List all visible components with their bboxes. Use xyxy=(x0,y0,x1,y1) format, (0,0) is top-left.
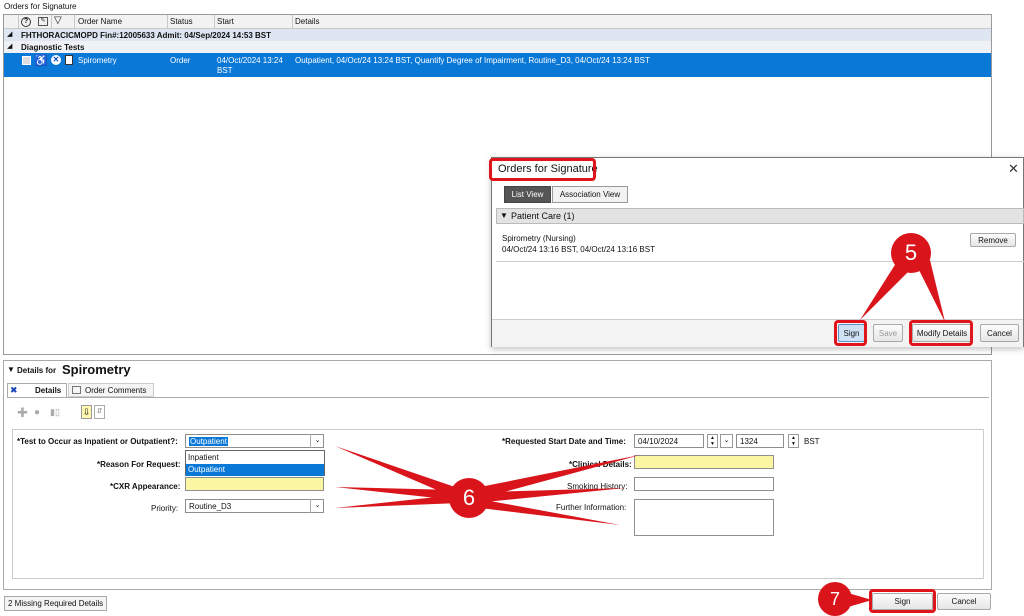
checkbox[interactable] xyxy=(22,56,31,65)
wheelchair-icon: ♿ xyxy=(34,55,48,67)
smoking-label: Smoking History: xyxy=(567,482,628,491)
time-spinner[interactable]: ▲ ▼ xyxy=(788,434,799,448)
cxr-label: *CXR Appearance: xyxy=(110,482,181,491)
clinical-label: *Clinical Details: xyxy=(569,460,632,469)
collapse-icon[interactable]: ◢ xyxy=(7,42,12,50)
collapse-icon[interactable]: ▼ xyxy=(7,365,15,374)
col-order-name[interactable]: Order Name xyxy=(78,17,122,26)
col-separator xyxy=(292,15,293,29)
cxr-field[interactable] xyxy=(185,477,324,491)
test-occur-value: Outpatient xyxy=(189,437,228,446)
grid-header xyxy=(4,15,991,29)
chevron-down-icon[interactable]: ⌄ xyxy=(310,434,324,448)
down-arrow-icon[interactable]: ⇩ xyxy=(81,405,92,419)
collapse-icon[interactable]: ◢ xyxy=(7,30,12,38)
close-icon[interactable]: ✕ xyxy=(1008,161,1019,177)
list-item[interactable] xyxy=(496,225,1024,262)
help-icon[interactable]: ? xyxy=(21,17,31,27)
cancel-order-icon[interactable]: ✕ xyxy=(51,55,61,65)
tab-underline xyxy=(7,397,989,398)
window-title: Orders for Signature xyxy=(4,2,77,11)
details-tab-icon: ✖ xyxy=(10,385,18,395)
order-status: Order xyxy=(170,56,191,65)
order-details: Outpatient, 04/Oct/24 13:24 BST, Quantif… xyxy=(295,56,650,65)
table-row[interactable]: ♿ ✕ Spirometry Order 04/Oct/2024 13:24 B… xyxy=(4,53,991,77)
sign-flag-icon[interactable]: ✎ xyxy=(38,17,48,26)
tab-details-label: Details xyxy=(35,386,62,395)
add-icon[interactable]: ✚ xyxy=(17,405,28,421)
dropdown-list: Inpatient Outpatient xyxy=(185,450,325,476)
test-occur-select[interactable]: Outpatient xyxy=(185,434,324,448)
details-title: Spirometry xyxy=(62,362,131,377)
chart-icon[interactable]: ▮▯ xyxy=(50,407,60,418)
tab-order-comments[interactable]: Order Comments xyxy=(68,383,154,397)
tab-details[interactable]: ✖ Details xyxy=(7,383,67,397)
priority-select[interactable]: Routine_D3 xyxy=(185,499,324,513)
step-7-badge: 7 xyxy=(818,582,852,616)
col-separator xyxy=(214,15,215,29)
clinical-field[interactable] xyxy=(634,455,774,469)
start-time-field[interactable]: 1324 xyxy=(736,434,784,448)
start-label: *Requested Start Date and Time: xyxy=(502,437,626,446)
details-panel: ▼ Details for Spirometry ✖ Details Order… xyxy=(3,360,992,590)
comments-icon xyxy=(72,386,81,394)
start-date-field[interactable]: 04/10/2024 xyxy=(634,434,704,448)
highlight-bottom-sign xyxy=(869,589,936,613)
category-label: Diagnostic Tests xyxy=(21,43,85,52)
person-icon[interactable]: ● xyxy=(34,407,40,418)
further-label: Further Information: xyxy=(556,503,627,512)
priority-label: Priority: xyxy=(151,504,179,513)
tab-comments-label: Order Comments xyxy=(85,386,147,395)
tab-list-view[interactable]: List View xyxy=(504,186,551,203)
dialog-cancel-button[interactable]: Cancel xyxy=(980,324,1019,342)
test-occur-label: *Test to Occur as Inpatient or Outpatien… xyxy=(17,437,178,446)
highlight-modify xyxy=(909,320,973,346)
chevron-down-icon[interactable]: ⌄ xyxy=(310,499,324,513)
signature-dialog: Orders for Signature ✕ List View Associa… xyxy=(491,157,1024,347)
col-start[interactable]: Start xyxy=(217,17,234,26)
patient-group-label: FHTHORACICMOPD Fin#:12005633 Admit: 04/S… xyxy=(21,31,272,40)
reason-label: *Reason For Request: xyxy=(97,460,181,469)
col-details[interactable]: Details xyxy=(295,17,319,26)
timezone-label: BST xyxy=(804,437,820,446)
filter-icon[interactable]: ▽ xyxy=(54,15,62,26)
remove-button[interactable]: Remove xyxy=(970,233,1016,247)
details-prefix: Details for xyxy=(17,366,57,375)
missing-details-status: 2 Missing Required Details xyxy=(4,596,108,611)
highlight-dialog-title xyxy=(489,158,596,181)
option-inpatient[interactable]: Inpatient xyxy=(188,453,219,462)
highlight-sign xyxy=(834,320,867,346)
section-label: Patient Care (1) xyxy=(511,211,575,221)
cancel-button[interactable]: Cancel xyxy=(937,593,991,610)
item-name: Spirometry (Nursing) xyxy=(502,234,576,243)
category-row[interactable] xyxy=(4,41,991,53)
option-outpatient[interactable]: Outpatient xyxy=(186,464,324,476)
document-icon xyxy=(65,55,73,65)
col-separator xyxy=(51,15,52,29)
col-separator xyxy=(167,15,168,29)
tab-association-view[interactable]: Association View xyxy=(552,186,628,203)
step-6-badge: 6 xyxy=(449,478,489,518)
col-separator xyxy=(18,15,19,29)
scroll-icon[interactable]: ⇵ xyxy=(94,405,105,419)
section-chevron-icon[interactable]: ▼ xyxy=(500,211,508,220)
order-start-tz: BST xyxy=(217,66,233,75)
calendar-dropdown[interactable]: ⌄ xyxy=(720,434,733,448)
step-5-badge: 5 xyxy=(891,233,931,273)
col-status[interactable]: Status xyxy=(170,17,193,26)
order-start: 04/Oct/2024 13:24 xyxy=(217,56,283,65)
patient-care-section[interactable] xyxy=(496,208,1024,224)
further-field[interactable] xyxy=(634,499,774,536)
date-spinner[interactable]: ▲ ▼ xyxy=(707,434,718,448)
dialog-save-button[interactable]: Save xyxy=(873,324,903,342)
item-time: 04/Oct/24 13:16 BST, 04/Oct/24 13:16 BST xyxy=(502,245,655,254)
col-separator xyxy=(74,15,75,29)
order-name: Spirometry xyxy=(78,56,117,65)
smoking-field[interactable] xyxy=(634,477,774,491)
